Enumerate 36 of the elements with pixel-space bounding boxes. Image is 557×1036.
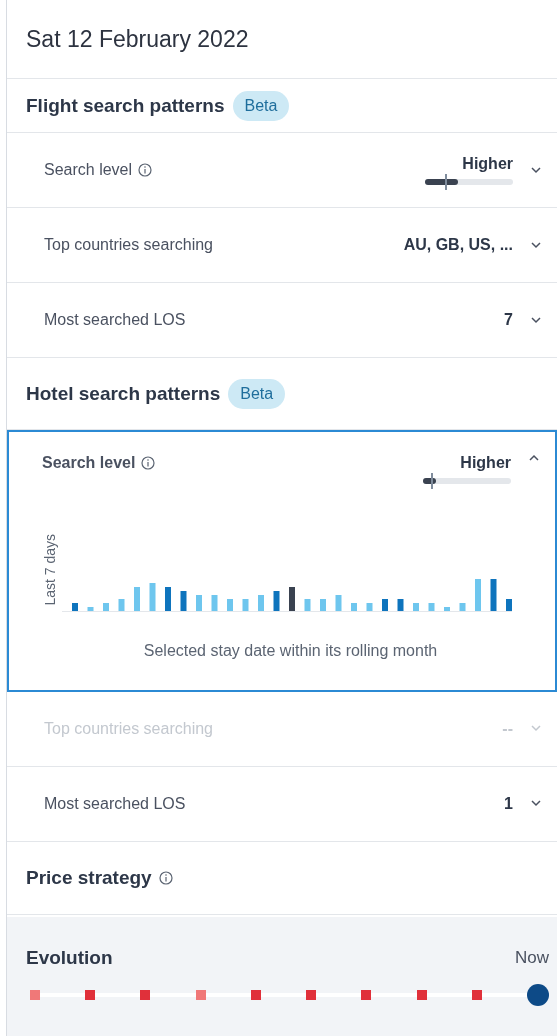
row-value: 7 [504, 311, 513, 329]
row-value: 1 [504, 794, 513, 813]
pattern-row[interactable]: Search level Higher [7, 133, 557, 208]
row-label: Search level [44, 161, 133, 179]
info-icon[interactable] [158, 870, 173, 885]
date-heading: Sat 12 February 2022 [7, 0, 557, 79]
pattern-row[interactable]: Top countries searching AU, GB, US, ... [7, 208, 557, 283]
pattern-row[interactable]: Most searched LOS 1 [7, 766, 557, 842]
chart-caption: Selected stay date within its rolling month [142, 641, 439, 660]
row-value: -- [502, 719, 513, 738]
chevron-down-icon[interactable] [531, 241, 541, 249]
level-marker [444, 174, 447, 190]
section-title: Price strategy [26, 866, 152, 889]
row-label: Top countries searching [44, 719, 213, 738]
beta-badge: Beta [228, 378, 286, 409]
axis-label: Last 7 days [42, 534, 58, 606]
section-title: Hotel search patterns [26, 382, 221, 405]
level-marker [430, 473, 433, 489]
beta-badge: Beta [232, 90, 290, 121]
chevron-down-icon[interactable] [531, 800, 541, 808]
row-label: Most searched LOS [44, 311, 186, 329]
chevron-down-icon[interactable] [531, 316, 541, 324]
row-label: Most searched LOS [44, 794, 186, 813]
now-label: Now [515, 947, 549, 968]
row-value: AU, GB, US, ... [403, 236, 513, 254]
row-value: Higher [460, 454, 511, 472]
chevron-down-icon[interactable] [531, 166, 541, 174]
row-value: Higher [462, 155, 513, 173]
pattern-row[interactable]: Most searched LOS 7 [7, 283, 557, 358]
info-icon[interactable] [141, 456, 156, 470]
chevron-up-icon[interactable] [529, 454, 539, 461]
row-label: Search level [42, 454, 136, 472]
info-icon[interactable] [138, 163, 153, 177]
row-label: Top countries searching [44, 236, 213, 254]
section-title: Flight search patterns [26, 94, 225, 117]
evolution-title: Evolution [26, 946, 113, 969]
